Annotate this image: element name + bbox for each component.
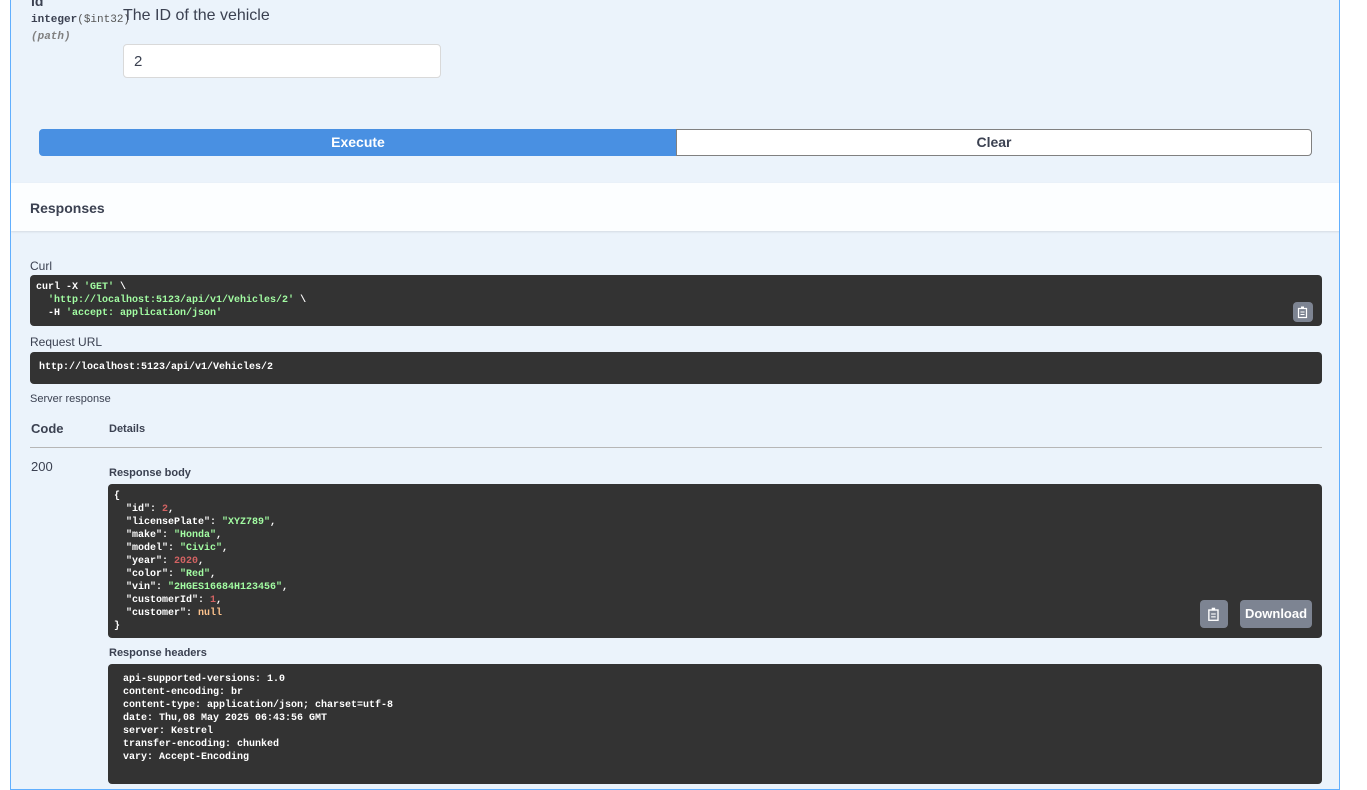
header-line: vary: Accept-Encoding: [123, 752, 250, 763]
copy-body-button[interactable]: [1200, 600, 1228, 628]
id-input[interactable]: [123, 44, 441, 78]
request-url-label: Request URL: [30, 335, 103, 349]
json-line: {: [114, 491, 121, 502]
curl-label: Curl: [30, 259, 53, 273]
json-line: "color": "Red",: [114, 569, 217, 580]
json-line: "vin": "2HGES16684H123456",: [114, 582, 289, 593]
json-line: "customerId": 1,: [114, 595, 223, 606]
details-column-header: Details: [109, 423, 146, 435]
json-line: "customer": null: [114, 608, 223, 619]
copy-curl-button[interactable]: [1293, 302, 1313, 322]
response-headers: api-supported-versions: 1.0 content-encod…: [108, 664, 1322, 784]
response-headers-lines: api-supported-versions: 1.0 content-encod…: [123, 673, 1307, 764]
param-type-name: integer: [31, 14, 78, 26]
copy-icon: [1208, 607, 1219, 621]
param-location: (path): [31, 31, 71, 43]
responses-title: Responses: [30, 200, 105, 216]
curl-line: -H 'accept: application/json': [36, 308, 223, 319]
param-name: id: [31, 0, 44, 9]
param-type: integer($int32): [31, 14, 130, 26]
clear-button[interactable]: Clear: [676, 129, 1312, 156]
response-headers-label: Response headers: [109, 647, 207, 659]
code-column-header: Code: [31, 421, 64, 436]
response-body-label: Response body: [109, 467, 191, 479]
curl-lines: curl -X 'GET' \ 'http://localhost:5123/a…: [36, 281, 1316, 320]
response-body-lines: { "id": 2, "licensePlate": "XYZ789", "ma…: [114, 490, 1316, 633]
header-line: content-type: application/json; charset=…: [123, 700, 394, 711]
status-code: 200: [31, 459, 53, 474]
execute-wrapper: Execute Clear: [39, 129, 1313, 156]
header-line: content-encoding: br: [123, 687, 244, 698]
header-line: server: Kestrel: [123, 726, 214, 737]
server-response-label: Server response: [30, 393, 111, 405]
required-marker: *: [69, 0, 73, 4]
param-description: The ID of the vehicle: [123, 7, 270, 24]
header-line: api-supported-versions: 1.0: [123, 674, 286, 685]
curl-command: curl -X 'GET' \ 'http://localhost:5123/a…: [30, 275, 1322, 326]
json-line: "year": 2020,: [114, 556, 205, 567]
execute-button[interactable]: Execute: [39, 129, 677, 156]
header-line: transfer-encoding: chunked: [123, 739, 280, 750]
responses-header: Responses: [11, 183, 1339, 231]
response-body: { "id": 2, "licensePlate": "XYZ789", "ma…: [108, 484, 1322, 638]
copy-icon: [1297, 306, 1308, 319]
table-divider: [30, 447, 1322, 448]
download-button[interactable]: Download: [1240, 600, 1312, 628]
curl-line: 'http://localhost:5123/api/v1/Vehicles/2…: [48, 295, 307, 306]
json-line: }: [114, 621, 121, 632]
request-url: http://localhost:5123/api/v1/Vehicles/2: [30, 352, 1322, 384]
json-line: "id": 2,: [114, 504, 175, 515]
operation-block: id * integer($int32) (path) The ID of th…: [10, 0, 1340, 790]
curl-line: curl -X 'GET' \: [36, 282, 127, 293]
json-line: "model": "Civic",: [114, 543, 229, 554]
json-line: "make": "Honda",: [114, 530, 223, 541]
header-line: date: Thu,08 May 2025 06:43:56 GMT: [123, 713, 328, 724]
json-line: "licensePlate": "XYZ789",: [114, 517, 277, 528]
